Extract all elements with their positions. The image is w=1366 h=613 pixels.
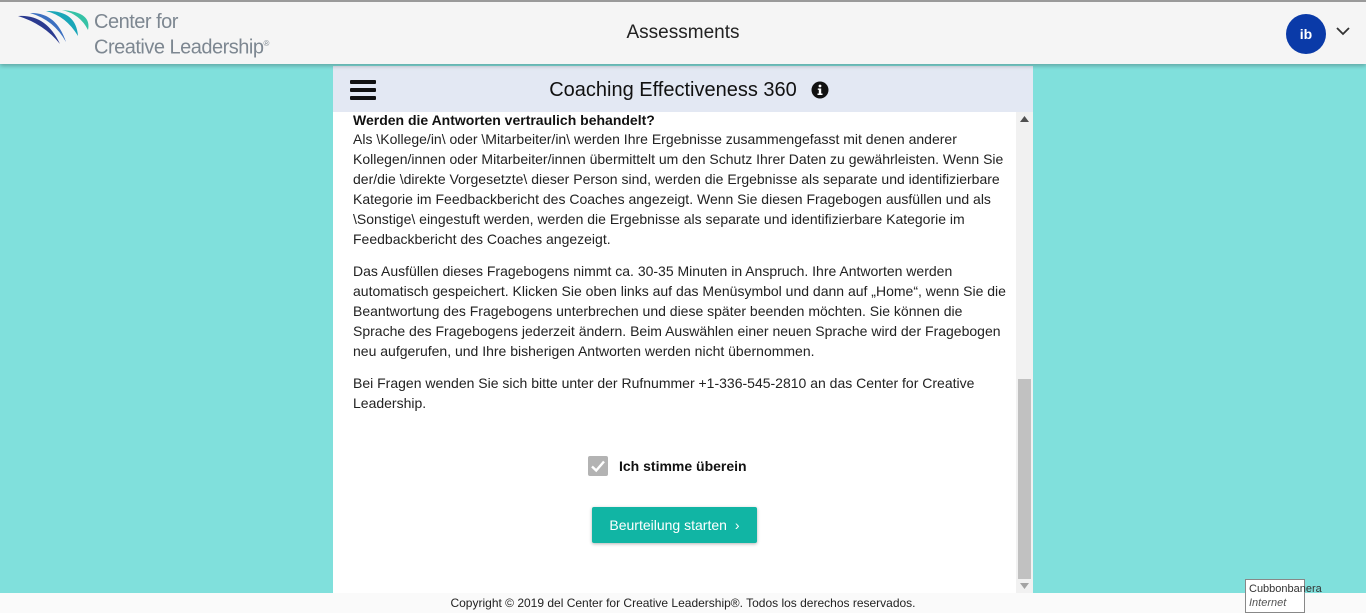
footer-copyright: Copyright © 2019 del Center for Creative… (0, 593, 1366, 613)
network-tooltip: Cubbonbanera Internet access (1245, 579, 1322, 613)
start-assessment-button[interactable]: Beurteilung starten › (592, 507, 757, 543)
assessment-panel: Coaching Effectiveness 360 Werden die An… (333, 66, 1033, 593)
consent-text: Werden die Antworten vertraulich behande… (353, 112, 1009, 425)
scroll-thumb[interactable] (1018, 379, 1031, 579)
avatar-chevron-down-icon[interactable] (1336, 26, 1350, 36)
info-icon[interactable] (811, 81, 829, 99)
user-avatar[interactable]: ib (1286, 14, 1326, 54)
app-title: Assessments (626, 22, 740, 43)
paragraph-confidentiality: Als \Kollege/in\ oder \Mitarbeiter/in\ w… (353, 131, 1004, 247)
scroll-down-icon[interactable] (1020, 583, 1029, 589)
confidentiality-heading: Werden die Antworten vertraulich behande… (353, 112, 655, 128)
paragraph-duration: Das Ausfüllen dieses Fragebogens nimmt c… (353, 263, 1006, 359)
paragraph-contact: Bei Fragen wenden Sie sich bitte unter d… (353, 375, 975, 411)
start-button-label: Beurteilung starten (609, 517, 727, 533)
scroll-up-icon[interactable] (1020, 116, 1029, 122)
chevron-right-icon: › (734, 517, 740, 533)
agree-checkbox[interactable] (588, 456, 608, 476)
content-scrollbar[interactable] (1016, 112, 1033, 593)
tooltip-network-name: Cubbonbanera (1249, 583, 1322, 595)
checkmark-icon (591, 460, 605, 473)
tooltip-network-status: Internet access (1249, 597, 1287, 613)
panel-title: Coaching Effectiveness 360 (549, 79, 797, 101)
agree-label[interactable]: Ich stimme überein (619, 458, 747, 474)
panel-header: Coaching Effectiveness 360 (333, 66, 1033, 112)
top-bar: Center for Creative Leadership® Assessme… (0, 0, 1366, 64)
